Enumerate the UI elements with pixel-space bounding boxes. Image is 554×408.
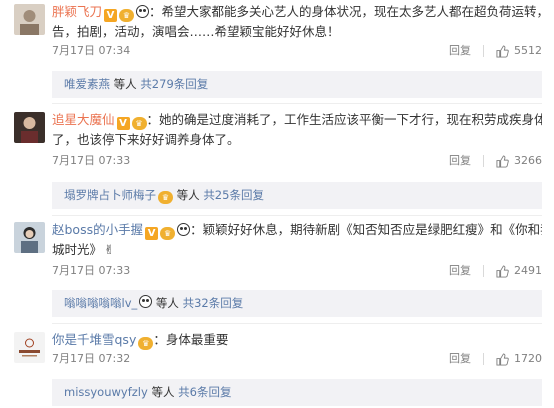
divider — [52, 215, 542, 216]
sub-replies: 唯爱素燕 等人 共279条回复 — [52, 71, 542, 98]
verified-badge-icon: V — [104, 9, 118, 22]
comment-text: 希望大家都能多关心艺人的身体状况，现在太多艺人都在超负荷运转，跑通 — [161, 4, 542, 19]
like-button[interactable]: 1720 — [496, 350, 542, 368]
reply-username[interactable]: 塌罗牌占卜师梅子 — [64, 188, 156, 202]
comment-text-continued: 了，也该停下来好好调养身体了。 — [52, 132, 240, 147]
thumbs-up-icon — [496, 264, 509, 278]
like-button[interactable]: 3266 — [496, 152, 542, 170]
comment-time: 7月17日 07:33 — [52, 154, 131, 167]
fan-level-icon: ♛ — [160, 227, 176, 240]
reply-username[interactable]: 唯爱素燕 — [64, 77, 110, 91]
verified-badge-icon: V — [116, 117, 130, 130]
reply-summary: 等人 — [155, 296, 183, 310]
reply-username[interactable]: 嗡嗡嗡嗡嗡lv_ — [64, 296, 137, 310]
like-button[interactable]: 2491 — [496, 262, 542, 280]
comment-text-continued: 城时光》 — [52, 242, 103, 257]
reply-button[interactable]: 回复 — [449, 262, 471, 280]
comment-text-continued: 告，拍剧，活动，演唱会……希望颖宝能好好休息！ — [52, 24, 340, 39]
thumbs-up-icon — [496, 154, 509, 168]
comment-text: 身体最重要 — [165, 332, 229, 347]
avatar[interactable] — [14, 112, 45, 143]
more-replies-link[interactable]: 共32条回复 — [183, 296, 244, 310]
reply-summary: 等人 — [113, 77, 141, 91]
thumbs-up-icon — [496, 352, 509, 366]
avatar[interactable] — [14, 4, 45, 35]
reply-summary: 等人 — [176, 188, 204, 202]
more-replies-link[interactable]: 共25条回复 — [203, 188, 264, 202]
panda-icon — [139, 295, 153, 308]
fan-level-icon: ♛ — [158, 191, 173, 204]
divider — [483, 353, 484, 365]
reply-button[interactable]: 回复 — [449, 42, 471, 60]
reply-button[interactable]: 回复 — [449, 350, 471, 368]
like-count: 2491 — [514, 264, 542, 277]
reply-username[interactable]: missyouwyfzly — [64, 385, 148, 399]
divider — [52, 103, 542, 104]
verified-badge-icon: V — [145, 227, 159, 240]
panda-icon — [136, 5, 150, 18]
comment-time: 7月17日 07:33 — [52, 264, 131, 277]
divider — [483, 265, 484, 277]
like-count: 5512 — [514, 44, 542, 57]
more-replies-link[interactable]: 共6条回复 — [178, 385, 231, 399]
fan-level-icon: ♛ — [138, 337, 154, 350]
like-count: 1720 — [514, 352, 542, 365]
thumbs-up-icon — [496, 44, 509, 58]
reply-button[interactable]: 回复 — [449, 152, 471, 170]
emoji-icon: ✌ — [104, 242, 115, 257]
comment-username[interactable]: 你是千堆雪qsy — [52, 332, 136, 347]
fan-level-icon: ♛ — [131, 117, 147, 130]
like-button[interactable]: 5512 — [496, 42, 542, 60]
comment-username[interactable]: 赵boss的小手握 — [52, 222, 143, 237]
more-replies-link[interactable]: 共279条回复 — [140, 77, 208, 91]
reply-summary: 等人 — [151, 385, 179, 399]
divider — [483, 45, 484, 57]
comment-text: 颖颖好好休息，期待新剧《知否知否应是绿肥红瘦》和《你和我的倾 — [202, 222, 542, 237]
sub-replies: missyouwyfzly 等人 共6条回复 — [52, 379, 542, 406]
divider — [52, 323, 542, 324]
divider — [483, 155, 484, 167]
comment-username[interactable]: 胖颖飞刀 — [52, 4, 102, 19]
panda-icon — [177, 223, 191, 236]
comment-time: 7月17日 07:32 — [52, 352, 131, 365]
avatar[interactable] — [14, 222, 45, 253]
like-count: 3266 — [514, 154, 542, 167]
sub-replies: 塌罗牌占卜师梅子 ♛ 等人 共25条回复 — [52, 182, 542, 209]
fan-level-icon: ♛ — [119, 9, 135, 22]
comment-text: 她的确是过度消耗了，工作生活应该平衡一下才行，现在积劳成疾身体吃不消 — [159, 112, 542, 127]
avatar[interactable] — [14, 332, 45, 363]
sub-replies: 嗡嗡嗡嗡嗡lv_ 等人 共32条回复 — [52, 290, 542, 317]
comment-username[interactable]: 追星大魔仙 — [52, 112, 115, 127]
comment-time: 7月17日 07:34 — [52, 44, 131, 57]
